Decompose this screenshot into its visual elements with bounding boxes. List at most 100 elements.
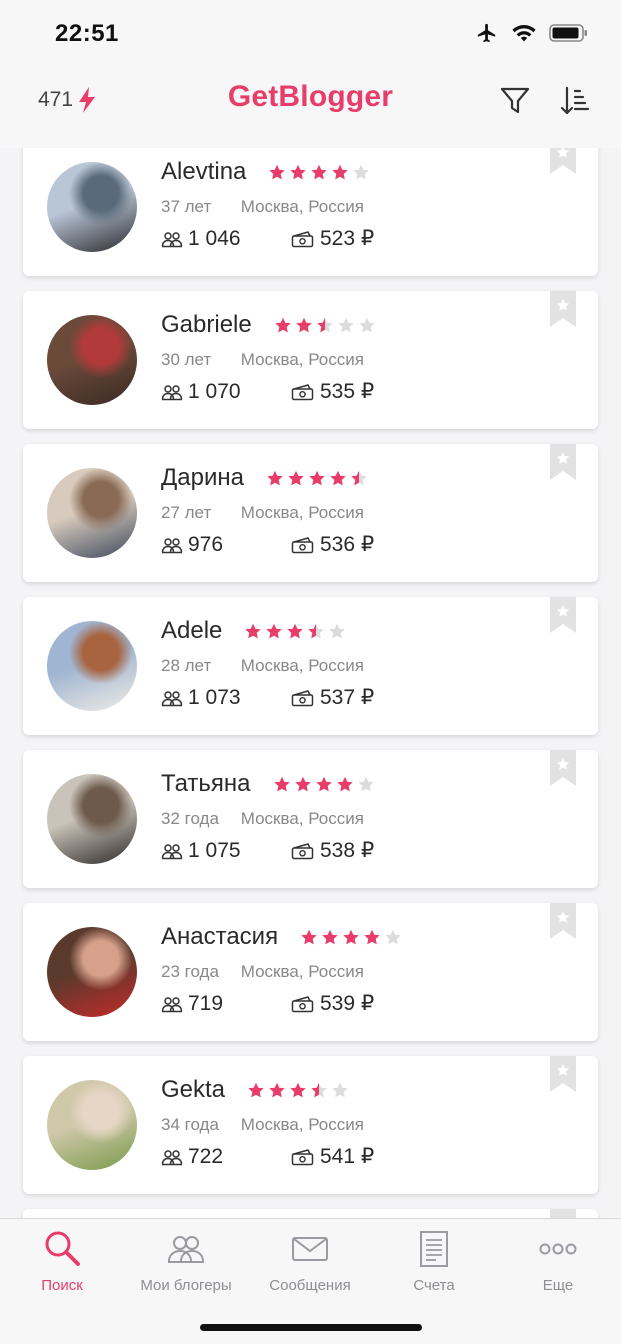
star-icon: [290, 1082, 306, 1098]
star-icon: [330, 470, 346, 486]
bookmark-icon[interactable]: [550, 291, 576, 327]
star-icon: [290, 164, 307, 180]
star-icon: [329, 623, 346, 639]
star-icon: [343, 929, 359, 945]
rating-stars: [274, 316, 376, 334]
rating-stars: [268, 163, 370, 181]
star-icon: [353, 164, 370, 180]
star-icon: [294, 776, 311, 792]
blogger-name: Adele: [161, 617, 223, 644]
blogger-age: 34 года: [161, 1115, 219, 1134]
money-icon: [291, 536, 314, 553]
money-icon: [291, 230, 314, 247]
tab-bloggers[interactable]: Мои блогеры: [124, 1227, 248, 1294]
bookmark-icon[interactable]: [550, 597, 576, 633]
blogger-location: Москва, Россия: [240, 350, 364, 369]
star-icon: [332, 1082, 348, 1098]
people-icon: [161, 843, 183, 859]
subscribers-value: 1 075: [188, 838, 241, 862]
tab-more[interactable]: Еще: [496, 1227, 620, 1294]
blogger-card[interactable]: Alevtina 37 лет Москва, Россия 1 046 523…: [23, 148, 598, 276]
blogger-location: Москва, Россия: [240, 809, 364, 828]
star-icon: [317, 317, 333, 333]
blogger-card[interactable]: Дарина 27 лет Москва, Россия 976 536 ₽: [23, 444, 598, 582]
sort-button[interactable]: [556, 82, 594, 120]
subscribers-stat: 722: [161, 1145, 291, 1169]
avatar: [47, 927, 137, 1017]
blogger-card[interactable]: Gekta 34 года Москва, Россия 722 541 ₽: [23, 1056, 598, 1194]
blogger-age: 37 лет: [161, 197, 212, 216]
blogger-card[interactable]: Gabriele 30 лет Москва, Россия 1 070 535…: [23, 291, 598, 429]
filter-button[interactable]: [496, 82, 534, 120]
name-row: Alevtina: [161, 158, 370, 186]
people-icon: [161, 996, 183, 1012]
blogger-list[interactable]: Alevtina 37 лет Москва, Россия 1 046 523…: [0, 148, 621, 1218]
star-icon: [336, 776, 353, 792]
star-icon: [322, 929, 338, 945]
price-stat: 537 ₽: [291, 685, 374, 710]
money-icon: [291, 1148, 314, 1165]
tab-label: Счета: [413, 1277, 455, 1294]
star-icon: [309, 470, 325, 486]
star-icon: [364, 929, 380, 945]
bookmark-icon[interactable]: [550, 750, 576, 786]
tab-mail[interactable]: Сообщения: [248, 1227, 372, 1294]
star-icon: [315, 776, 332, 792]
blogger-card[interactable]: Adele 28 лет Москва, Россия 1 073 537 ₽: [23, 597, 598, 735]
stats-row: 1 046 523 ₽: [161, 226, 374, 251]
airplane-icon: [477, 23, 496, 43]
star-icon: [269, 1082, 285, 1098]
subscribers-stat: 719: [161, 992, 291, 1016]
status-icons: [475, 22, 589, 44]
bookmark-icon[interactable]: [550, 1056, 576, 1092]
star-icon: [308, 623, 325, 639]
price-stat: 538 ₽: [291, 838, 374, 863]
subscribers-value: 1 070: [188, 379, 241, 403]
star-icon: [245, 623, 262, 639]
name-row: Татьяна: [161, 770, 375, 798]
bloggers-icon: [166, 1227, 206, 1271]
price-stat: 539 ₽: [291, 991, 374, 1016]
star-icon: [288, 470, 304, 486]
subscribers-stat: 1 075: [161, 839, 291, 863]
price-stat: 535 ₽: [291, 379, 374, 404]
search-icon: [41, 1227, 83, 1271]
meta-row: 27 лет Москва, Россия: [161, 503, 364, 523]
bookmark-icon[interactable]: [550, 444, 576, 480]
tab-label: Мои блогеры: [140, 1277, 232, 1294]
star-icon: [296, 317, 312, 333]
blogger-location: Москва, Россия: [240, 197, 364, 216]
people-icon: [161, 537, 183, 553]
home-indicator: [200, 1324, 422, 1331]
blogger-card[interactable]: Татьяна 32 года Москва, Россия 1 075 538…: [23, 750, 598, 888]
people-icon: [161, 690, 183, 706]
rating-stars: [266, 469, 368, 487]
star-icon: [267, 470, 283, 486]
bookmark-icon[interactable]: [550, 1209, 576, 1218]
subscribers-value: 719: [188, 991, 224, 1015]
blogger-age: 30 лет: [161, 350, 212, 369]
bookmark-icon[interactable]: [550, 148, 576, 174]
star-icon: [332, 164, 349, 180]
blogger-location: Москва, Россия: [240, 962, 364, 981]
tab-invoice[interactable]: Счета: [372, 1227, 496, 1294]
status-time: 22:51: [55, 20, 119, 47]
blogger-card[interactable]: Анастасия 23 года Москва, Россия 719 539…: [23, 903, 598, 1041]
price-stat: 523 ₽: [291, 226, 374, 251]
subscribers-stat: 1 070: [161, 380, 291, 404]
mail-icon: [291, 1227, 329, 1271]
app-logo: GetBlogger: [227, 80, 394, 113]
subscribers-stat: 1 073: [161, 686, 291, 710]
meta-row: 23 года Москва, Россия: [161, 962, 364, 982]
wifi-icon: [512, 25, 536, 42]
bookmark-icon[interactable]: [550, 903, 576, 939]
subscribers-value: 976: [188, 532, 224, 556]
star-icon: [357, 776, 374, 792]
lightning-icon: [79, 87, 96, 113]
app-header: 471 GetBlogger: [0, 66, 621, 148]
star-icon: [311, 1082, 327, 1098]
stats-row: 719 539 ₽: [161, 991, 374, 1016]
credits-counter[interactable]: 471: [38, 86, 97, 114]
tab-search[interactable]: Поиск: [0, 1227, 124, 1294]
blogger-card[interactable]: [23, 1209, 598, 1218]
